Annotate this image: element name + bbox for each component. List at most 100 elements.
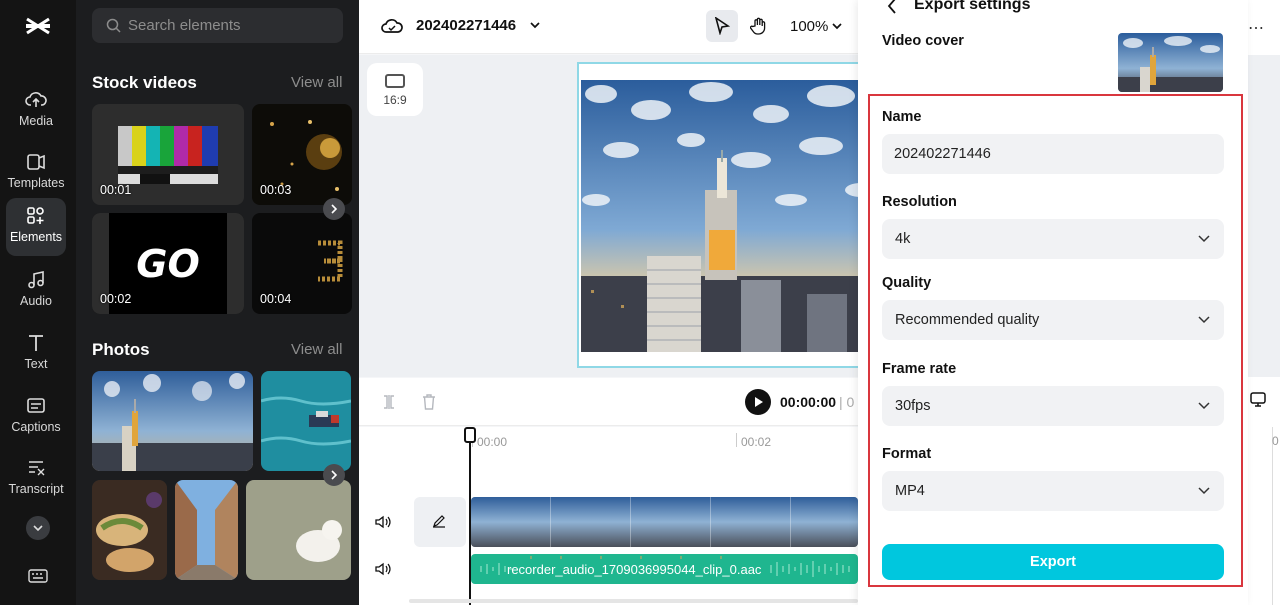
sea-boat-photo: [261, 371, 351, 471]
duration-label: 00:03: [260, 183, 292, 197]
photo-thumb[interactable]: [175, 480, 238, 580]
street-photo: [175, 480, 238, 580]
photo-thumb[interactable]: [92, 371, 253, 471]
playhead-handle[interactable]: [464, 427, 476, 443]
right-strip: ⋯ 0: [1248, 0, 1280, 605]
name-field[interactable]: [882, 134, 1224, 174]
hand-icon: [750, 17, 766, 35]
templates-icon: [27, 154, 45, 170]
frame-rate-value: 30fps: [895, 398, 931, 414]
volume-icon[interactable]: [375, 515, 391, 529]
format-select[interactable]: MP4: [882, 471, 1224, 511]
stock-video-thumb[interactable]: 00:01: [92, 104, 244, 205]
current-time: 00:00:00: [780, 394, 837, 410]
nav-label: Media: [18, 114, 54, 128]
text-icon: [29, 335, 43, 351]
subtitle-icon[interactable]: [1250, 392, 1266, 410]
city-skyline-photo: [92, 371, 253, 471]
video-frame: [471, 497, 551, 547]
resolution-select[interactable]: 4k: [882, 219, 1224, 259]
cursor-icon: [714, 17, 730, 35]
search-input[interactable]: [128, 8, 338, 43]
volume-icon[interactable]: [375, 562, 391, 576]
select-tool-button[interactable]: [706, 10, 738, 42]
chevron-down-icon[interactable]: [529, 20, 541, 30]
video-frame: [631, 497, 711, 547]
cloud-upload-icon: [25, 92, 47, 107]
project-title[interactable]: 202402271446: [416, 17, 516, 34]
timeline-toolbar: 00:00:00 | 0: [359, 378, 858, 426]
photos-next-button[interactable]: [323, 464, 345, 486]
ruler-tick: 00:02: [741, 435, 772, 449]
aspect-ratio-icon: [385, 74, 405, 88]
video-frame: [711, 497, 791, 547]
split-icon[interactable]: [381, 394, 397, 410]
more-options-icon[interactable]: ⋯: [1248, 18, 1264, 38]
chevron-down-icon: [1198, 316, 1210, 324]
zoom-level[interactable]: 100%: [790, 18, 828, 35]
export-button[interactable]: Export: [882, 544, 1224, 580]
resolution-value: 4k: [895, 231, 911, 247]
nav-item-text[interactable]: Text: [6, 325, 66, 383]
hand-tool-button[interactable]: [742, 10, 774, 42]
music-note-icon: [28, 271, 44, 289]
name-input[interactable]: [894, 134, 1214, 174]
nav-label: Templates: [7, 176, 65, 190]
time-separator: | 0: [839, 394, 855, 410]
playhead[interactable]: [469, 427, 471, 605]
audio-clip-name: recorder_audio_1709036995044_clip_0.aac: [507, 562, 762, 577]
nav-label: Transcript: [8, 482, 64, 496]
quality-label: Quality: [882, 275, 932, 291]
stock-video-thumb[interactable]: GO 00:02: [92, 213, 244, 314]
frame-rate-select[interactable]: 30fps: [882, 386, 1224, 426]
elements-panel: Stock videos View all 00:01 00:03 GO 00:…: [76, 0, 359, 605]
nav-label: Captions: [11, 420, 61, 434]
nav-item-transcript[interactable]: Transcript: [6, 450, 66, 508]
nav-item-captions[interactable]: Captions: [6, 388, 66, 446]
chevron-right-icon: [331, 470, 338, 480]
stock-video-thumb[interactable]: 00:04: [252, 213, 352, 314]
elements-icon: [27, 207, 44, 224]
timeline-scrollbar[interactable]: [409, 599, 858, 603]
trash-icon[interactable]: [421, 393, 437, 411]
aspect-ratio-button[interactable]: 16:9: [367, 63, 423, 116]
audio-clip[interactable]: recorder_audio_1709036995044_clip_0.aac: [471, 554, 858, 584]
video-clip[interactable]: [471, 497, 858, 547]
chevron-down-icon[interactable]: [831, 21, 843, 31]
chevron-right-icon: [331, 204, 338, 214]
video-cover-thumb[interactable]: [1118, 33, 1223, 92]
capcut-logo-icon[interactable]: [24, 12, 52, 40]
stock-videos-next-button[interactable]: [323, 198, 345, 220]
chevron-down-icon: [1198, 487, 1210, 495]
city-skyline-photo: [1118, 33, 1223, 92]
stock-videos-view-all[interactable]: View all: [291, 74, 342, 91]
search-box[interactable]: [92, 8, 343, 43]
photos-view-all[interactable]: View all: [291, 341, 342, 358]
nav-item-templates[interactable]: Templates: [6, 144, 66, 202]
nav-label: Audio: [20, 294, 52, 308]
name-label: Name: [882, 109, 922, 125]
resolution-label: Resolution: [882, 194, 957, 210]
photo-thumb[interactable]: [246, 480, 351, 580]
keyboard-icon[interactable]: [28, 568, 48, 584]
export-settings-title: Export settings: [914, 0, 1031, 13]
video-preview[interactable]: [577, 62, 871, 368]
back-arrow-icon[interactable]: [886, 0, 898, 14]
stock-video-thumb[interactable]: 00:03: [252, 104, 352, 205]
search-icon: [106, 18, 121, 33]
play-button[interactable]: [745, 389, 771, 415]
more-nav-button[interactable]: [26, 516, 50, 540]
photo-thumb[interactable]: [261, 371, 351, 471]
edit-cover-button[interactable]: [414, 497, 466, 547]
photo-thumb[interactable]: [92, 480, 167, 580]
food-photo: [92, 480, 167, 580]
quality-value: Recommended quality: [895, 312, 1040, 328]
cloud-sync-icon[interactable]: [381, 17, 403, 35]
svg-text:GO: GO: [136, 242, 200, 286]
nav-item-elements[interactable]: Elements: [6, 198, 66, 256]
nav-item-audio[interactable]: Audio: [6, 262, 66, 320]
ruler-line: [736, 433, 737, 447]
quality-select[interactable]: Recommended quality: [882, 300, 1224, 340]
nav-item-media[interactable]: Media: [6, 82, 66, 140]
preview-image: [581, 80, 871, 352]
